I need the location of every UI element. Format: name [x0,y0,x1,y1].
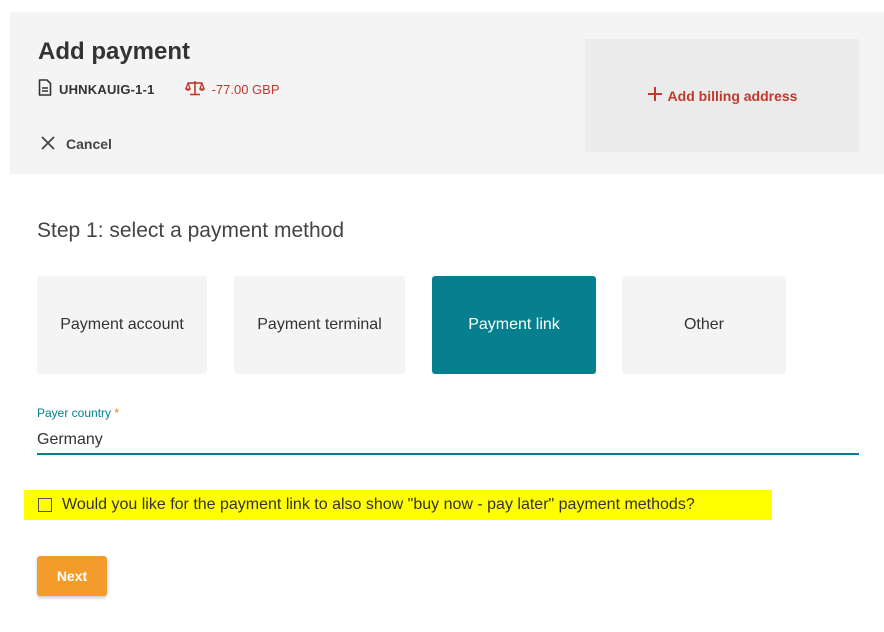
next-button[interactable]: Next [37,556,107,596]
payer-country-label: Payer country * [37,406,119,420]
balance-scale-icon [184,79,212,99]
method-label: Other [683,316,724,333]
add-billing-address-panel[interactable]: Add billing address [585,39,859,152]
page-header: Add payment UHNKAUIG-1-1 -77.00 GBP Canc… [10,12,884,174]
method-other[interactable]: Other [622,276,786,374]
cancel-label: Cancel [66,136,112,152]
method-payment-terminal[interactable]: Payment terminal [234,276,405,374]
required-marker: * [114,406,120,420]
method-label: Payment account [60,316,184,333]
reference-number: UHNKAUIG-1-1 [59,81,155,97]
add-billing-address-label: Add billing address [667,87,798,104]
payer-country-label-text: Payer country [37,406,112,420]
bnpl-checkbox[interactable] [38,498,52,512]
reference-item: UHNKAUIG-1-1 [38,79,155,99]
document-icon [38,79,59,99]
method-payment-link[interactable]: Payment link [432,276,596,374]
payer-country-input[interactable] [37,427,859,455]
method-label: Payment link [468,316,560,333]
page-title: Add payment [38,38,191,65]
plus-icon [647,86,668,105]
close-icon [40,135,66,154]
balance-amount: -77.00 GBP [211,81,280,97]
method-label: Payment terminal [257,316,382,333]
bnpl-option: Would you like for the payment link to a… [24,490,772,520]
cancel-button[interactable]: Cancel [40,134,112,154]
payment-meta: UHNKAUIG-1-1 -77.00 GBP [38,79,280,99]
bnpl-question[interactable]: Would you like for the payment link to a… [62,496,695,514]
method-payment-account[interactable]: Payment account [37,276,207,374]
step-title: Step 1: select a payment method [37,219,345,242]
add-billing-address-button[interactable]: Add billing address [647,86,798,105]
balance-item: -77.00 GBP [184,79,280,99]
